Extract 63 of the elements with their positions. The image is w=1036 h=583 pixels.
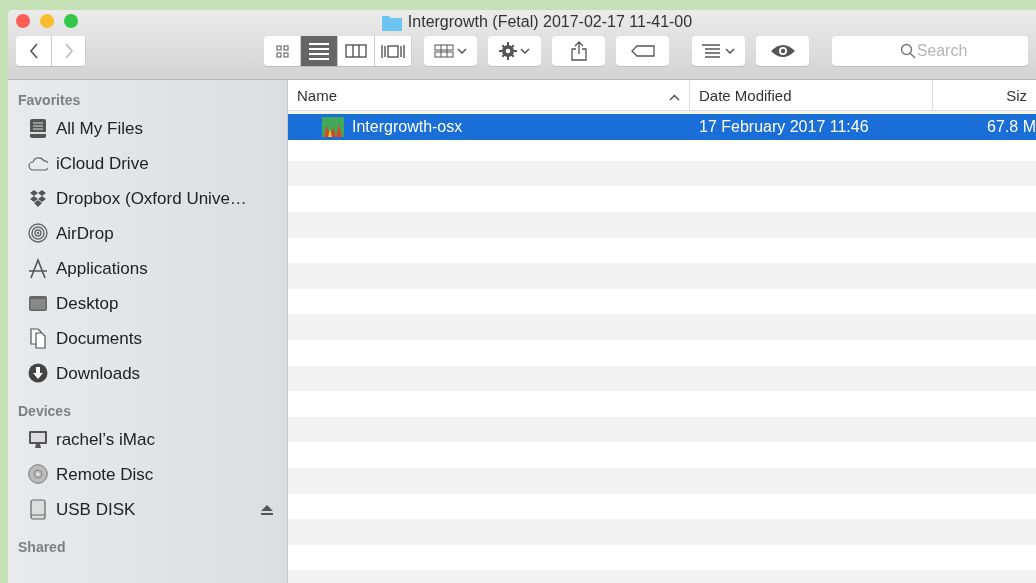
sort-ascending-icon (669, 93, 680, 101)
file-date: 17 February 2017 11:46 (698, 118, 870, 136)
grid-icon (275, 44, 289, 58)
sort-button[interactable] (692, 36, 745, 66)
coverflow-icon (381, 43, 405, 59)
column-header[interactable]: Name (288, 80, 690, 110)
sidebar-item[interactable]: Remote Disc (8, 457, 287, 492)
app-icon (322, 117, 344, 137)
file-size: 67.8 M (986, 118, 1036, 136)
disc-icon (28, 464, 48, 485)
monitor-icon (28, 429, 48, 450)
close-button[interactable] (16, 14, 30, 28)
tag-icon (630, 45, 655, 57)
drive-icon (28, 499, 48, 520)
section-header: Devices (17, 402, 72, 421)
forward-icon (63, 43, 74, 59)
action-button[interactable] (488, 36, 541, 66)
grid-icon (433, 44, 454, 58)
sidebar-item[interactable]: rachel’s iMac (8, 422, 287, 457)
sidebar-item[interactable]: Applications (8, 251, 287, 286)
desktop-icon (28, 293, 48, 314)
eject-icon[interactable] (261, 504, 273, 515)
caret-icon (457, 48, 468, 54)
arrange-button[interactable] (424, 36, 477, 66)
tag-button[interactable] (616, 36, 669, 66)
list-icon (309, 42, 329, 60)
folder-icon (381, 13, 402, 31)
search-icon (900, 43, 916, 59)
section-header: Favorites (17, 91, 82, 110)
share-icon (570, 41, 587, 61)
sidebar-item[interactable]: All My Files (8, 111, 287, 146)
sidebar-item[interactable]: Downloads (8, 356, 287, 391)
sidebar-item[interactable]: AirDrop (8, 216, 287, 251)
search-field[interactable]: Search (832, 36, 1028, 66)
airdrop-icon (28, 223, 48, 244)
sidebar-item[interactable]: USB DISK (8, 492, 287, 527)
eye-icon (769, 44, 796, 58)
gear-icon (498, 42, 517, 60)
caret-icon (725, 48, 736, 54)
view-mode-button[interactable] (264, 36, 301, 66)
column-header[interactable]: Date Modified (690, 80, 933, 110)
sidebar-item[interactable]: Documents (8, 321, 287, 356)
quick-look-button[interactable] (756, 36, 809, 66)
sidebar-item[interactable]: iCloud Drive (8, 146, 287, 181)
back-icon (28, 43, 39, 59)
column-header[interactable]: Siz (933, 80, 1036, 110)
columns-icon (345, 44, 367, 58)
file-row[interactable]: Intergrowth-osx 17 February 2017 11:46 67.8 M (288, 114, 1036, 140)
share-button[interactable] (552, 36, 605, 66)
download-icon (28, 363, 48, 384)
view-mode-button[interactable] (375, 36, 412, 66)
caret-icon (520, 48, 531, 54)
file-name: Intergrowth-osx (352, 118, 463, 136)
documents-icon (28, 328, 48, 349)
sidebar-item[interactable]: Desktop (8, 286, 287, 321)
list-icon (701, 44, 722, 58)
view-mode-button[interactable] (301, 36, 338, 66)
files-icon (28, 118, 48, 139)
section-header: Shared (17, 538, 67, 557)
view-mode-button[interactable] (338, 36, 375, 66)
window-title: Intergrowth (Fetal) 2017-02-17 11-41-00 (407, 13, 693, 31)
sidebar-item[interactable]: Dropbox (Oxford Unive… (8, 181, 287, 216)
back-button[interactable] (16, 36, 52, 66)
